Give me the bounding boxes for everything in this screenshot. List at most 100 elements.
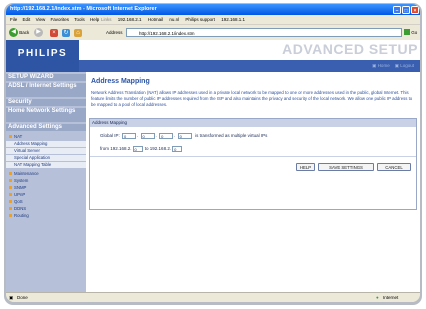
global-ip-octet-1[interactable]: 0 bbox=[122, 132, 137, 139]
address-input[interactable]: http://192.168.2.1/index.stm bbox=[126, 27, 402, 37]
sidebar-item-qos[interactable]: QoS bbox=[6, 199, 86, 205]
back-button[interactable]: ◀ Back bbox=[9, 27, 29, 38]
link-nu-nl[interactable]: nu.nl bbox=[169, 17, 179, 22]
sidebar-item-system[interactable]: System bbox=[6, 178, 86, 184]
page-title: Address Mapping bbox=[91, 78, 150, 85]
sidebar-item-address-mapping[interactable]: Address Mapping bbox=[6, 141, 86, 147]
maximize-button[interactable]: □ bbox=[402, 5, 410, 14]
link-router[interactable]: 192.168.2.1 bbox=[118, 17, 142, 22]
menu-tools[interactable]: Tools bbox=[74, 17, 85, 22]
back-label: Back bbox=[19, 30, 30, 35]
to-label: to 192.168.2. bbox=[144, 146, 172, 151]
sidebar-item-label: DDNS bbox=[14, 206, 27, 211]
sidebar-home-network[interactable]: Home Network Settings bbox=[6, 108, 86, 122]
zone-label: Internet bbox=[383, 295, 399, 300]
minimize-button[interactable]: – bbox=[393, 5, 401, 14]
sidebar-item-label: Routing bbox=[14, 213, 29, 218]
sidebar-adsl-internet[interactable]: ADSL / Internet Settings bbox=[6, 83, 86, 97]
sidebar-item-routing[interactable]: Routing bbox=[6, 213, 86, 219]
link-philips-support[interactable]: Philips support bbox=[185, 17, 215, 22]
bullet-icon bbox=[9, 172, 12, 176]
title-bar: http://192.168.2.1/index.stm - Microsoft… bbox=[6, 4, 420, 15]
from-label: from 192.168.2. bbox=[100, 146, 132, 151]
help-button[interactable]: HELP bbox=[296, 163, 315, 171]
browser-window: http://192.168.2.1/index.stm - Microsoft… bbox=[6, 4, 420, 302]
sidebar-item-label: Address Mapping bbox=[14, 141, 48, 146]
forward-button[interactable]: ▶ bbox=[34, 27, 43, 38]
advanced-setup-banner: ADVANCED SETUP bbox=[282, 41, 418, 57]
top-nav: ▣ Home ▣ Logout bbox=[79, 60, 420, 72]
bullet-icon bbox=[9, 179, 12, 183]
main-panel: Address Mapping Network Address Translat… bbox=[86, 72, 420, 292]
sidebar-item-special-application[interactable]: Special Application bbox=[6, 155, 86, 161]
global-ip-octet-3[interactable]: 0 bbox=[159, 132, 174, 139]
home-link[interactable]: Home bbox=[378, 63, 390, 68]
home-button[interactable]: ⌂ bbox=[74, 27, 82, 38]
sidebar-security[interactable]: Security bbox=[6, 99, 86, 106]
sidebar: SETUP WIZARD ADSL / Internet Settings Se… bbox=[6, 72, 86, 292]
menu-file[interactable]: File bbox=[10, 17, 17, 22]
link-192-168-1-1[interactable]: 192.168.1.1 bbox=[221, 17, 245, 22]
panel-title: Address Mapping bbox=[90, 119, 416, 127]
forward-arrow-icon: ▶ bbox=[34, 28, 43, 38]
bullet-icon bbox=[9, 214, 12, 218]
sidebar-item-maintenance[interactable]: Maintenance bbox=[6, 171, 86, 177]
sidebar-item-label: SNMP bbox=[14, 185, 27, 190]
sidebar-item-snmp[interactable]: SNMP bbox=[6, 185, 86, 191]
menu-bar: File Edit View Favorites Tools Help Link… bbox=[6, 15, 420, 24]
sidebar-item-label: QoS bbox=[14, 199, 23, 204]
global-ip-label: Global IP: bbox=[100, 133, 120, 138]
bullet-icon bbox=[9, 135, 12, 139]
sidebar-item-nat-mapping-table[interactable]: NAT Mapping Table bbox=[6, 162, 86, 168]
stop-button[interactable]: × bbox=[50, 27, 58, 38]
internet-zone-icon: ● bbox=[376, 295, 379, 300]
links-label: Links bbox=[101, 17, 112, 22]
menu-view[interactable]: View bbox=[36, 17, 46, 22]
refresh-icon: ↻ bbox=[62, 28, 70, 37]
go-arrow-icon bbox=[404, 29, 410, 36]
sidebar-item-ddns[interactable]: DDNS bbox=[6, 206, 86, 212]
go-button[interactable]: Go bbox=[404, 28, 417, 37]
button-row: HELP SAVE SETTINGS CANCEL bbox=[90, 163, 416, 173]
sidebar-item-upnp[interactable]: UPnP bbox=[6, 192, 86, 198]
bullet-icon bbox=[9, 207, 12, 211]
window-title: http://192.168.2.1/index.stm - Microsoft… bbox=[10, 6, 157, 12]
global-ip-octet-4[interactable]: 0 bbox=[177, 132, 192, 139]
menu-help[interactable]: Help bbox=[90, 17, 99, 22]
divider bbox=[90, 156, 416, 157]
bullet-icon bbox=[9, 186, 12, 190]
page-content: PHILIPS ADVANCED SETUP ▣ Home ▣ Logout S… bbox=[6, 40, 420, 292]
range-row: from 192.168.2. 0 to 192.168.2. 0 bbox=[100, 145, 183, 153]
global-ip-octet-2[interactable]: 0 bbox=[140, 132, 155, 139]
address-label: Address bbox=[106, 30, 123, 35]
sidebar-item-nat[interactable]: NAT bbox=[6, 134, 86, 140]
save-settings-button[interactable]: SAVE SETTINGS bbox=[318, 163, 374, 171]
from-input[interactable]: 0 bbox=[132, 145, 143, 152]
to-input[interactable]: 0 bbox=[172, 145, 183, 152]
sidebar-item-virtual-server[interactable]: Virtual Server bbox=[6, 148, 86, 154]
menu-edit[interactable]: Edit bbox=[23, 17, 31, 22]
toolbar: ◀ Back ▶ × ↻ ⌂ Address http://192.168.2.… bbox=[6, 24, 420, 41]
home-icon: ⌂ bbox=[74, 28, 82, 37]
sidebar-item-label: System bbox=[14, 178, 29, 183]
stop-icon: × bbox=[50, 28, 58, 37]
logout-link[interactable]: Logout bbox=[400, 63, 414, 68]
sidebar-item-label: NAT Mapping Table bbox=[14, 162, 52, 167]
sidebar-item-label: UPnP bbox=[14, 192, 26, 197]
philips-logo: PHILIPS bbox=[17, 48, 68, 59]
close-button[interactable]: × bbox=[411, 5, 419, 14]
bullet-icon bbox=[9, 193, 12, 197]
cancel-button[interactable]: CANCEL bbox=[377, 163, 411, 171]
sidebar-setup-wizard[interactable]: SETUP WIZARD bbox=[6, 74, 86, 81]
page-description: Network Address Translation (NAT) allows… bbox=[91, 90, 413, 107]
refresh-button[interactable]: ↻ bbox=[62, 27, 70, 38]
link-hotmail[interactable]: Hotmail bbox=[148, 17, 163, 22]
status-text: Done bbox=[17, 295, 28, 300]
status-text-icon: ▣ bbox=[9, 295, 14, 300]
logo-band: PHILIPS bbox=[6, 40, 79, 72]
sidebar-item-label: Maintenance bbox=[14, 171, 39, 176]
status-bar: ▣ Done ● Internet bbox=[6, 292, 420, 302]
global-ip-suffix: is transformed as multiple virtual IPs bbox=[195, 133, 268, 138]
sidebar-advanced-settings[interactable]: Advanced Settings bbox=[6, 124, 86, 131]
menu-favorites[interactable]: Favorites bbox=[51, 17, 70, 22]
